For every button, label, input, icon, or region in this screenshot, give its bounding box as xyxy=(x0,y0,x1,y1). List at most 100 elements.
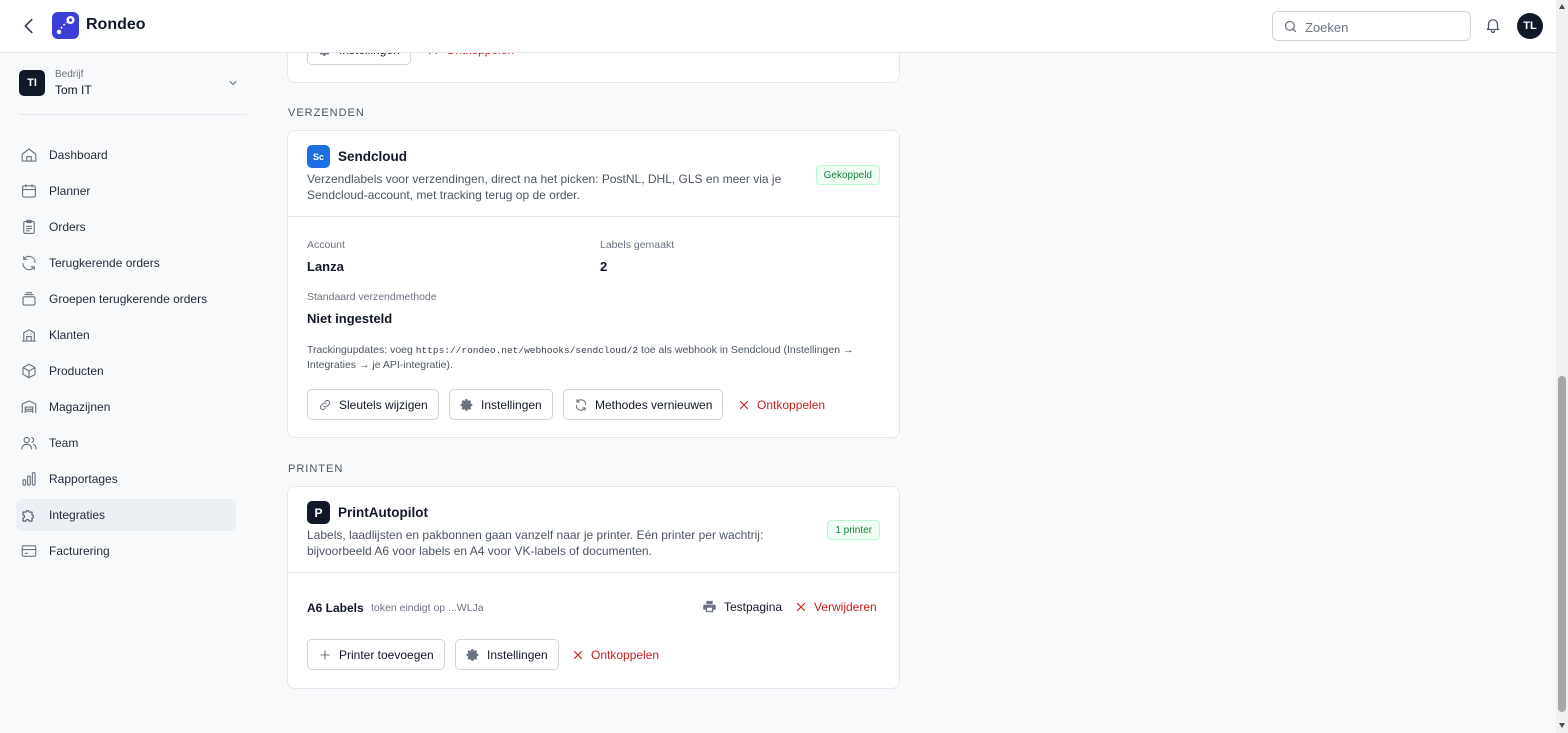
sidebar-divider xyxy=(19,114,247,115)
default-method-value: Niet ingesteld xyxy=(307,311,393,326)
company-switcher[interactable]: TI Bedrijf Tom IT xyxy=(19,67,247,115)
sidebar-item-recurring-orders[interactable]: Terugkerende orders xyxy=(16,247,236,279)
sidebar-item-products[interactable]: Producten xyxy=(16,355,236,387)
page-scrollbar[interactable] xyxy=(1556,0,1568,733)
close-icon xyxy=(572,649,584,661)
notifications-bell-icon[interactable] xyxy=(1484,16,1502,34)
printautopilot-disconnect-button[interactable]: Ontkoppelen xyxy=(572,639,659,670)
sidebar-item-label: Orders xyxy=(49,220,86,234)
button-label: Printer toevoegen xyxy=(339,647,434,662)
card-divider xyxy=(288,572,899,573)
sidebar-item-warehouses[interactable]: Magazijnen xyxy=(16,391,236,423)
account-value: Lanza xyxy=(307,259,344,274)
sidebar-item-orders[interactable]: Orders xyxy=(16,211,236,243)
button-label: Instellingen xyxy=(481,397,542,412)
tracking-note-prefix: Trackingupdates: voeg xyxy=(307,344,413,356)
sidebar-item-recurring-order-groups[interactable]: Groepen terugkerende orders xyxy=(16,283,236,315)
integration-card-printautopilot: P PrintAutopilot Labels, laadlijsten en … xyxy=(287,486,900,689)
sidebar-item-reports[interactable]: Rapportages xyxy=(16,463,236,495)
sidebar-nav: Dashboard Planner Orders Terugkerende or… xyxy=(16,139,236,571)
home-icon xyxy=(20,146,38,164)
card-description: Verzendlabels voor verzendingen, direct … xyxy=(307,172,782,202)
printer-token-note: token eindigt op ...WLJa xyxy=(371,602,484,614)
card-title: Sendcloud xyxy=(338,149,408,164)
button-label: Ontkoppelen xyxy=(591,647,660,662)
scroll-up-arrow-icon[interactable] xyxy=(1558,3,1566,11)
sidebar-item-label: Rapportages xyxy=(49,472,118,486)
gear-icon xyxy=(460,398,474,412)
sidebar-item-label: Team xyxy=(49,436,79,450)
building-icon xyxy=(20,326,38,344)
button-label: Verwijderen xyxy=(814,599,877,614)
app-title: Rondeo xyxy=(86,16,146,33)
search-box[interactable] xyxy=(1272,11,1471,41)
button-label: Testpagina xyxy=(724,599,783,614)
sidebar-item-label: Terugkerende orders xyxy=(49,256,160,270)
test-page-button[interactable]: Testpagina xyxy=(702,599,782,614)
sidebar-item-integrations[interactable]: Integraties xyxy=(16,499,236,531)
sendcloud-settings-button[interactable]: Instellingen xyxy=(449,389,553,420)
sidebar: TI Bedrijf Tom IT Dashboard Planner Orde… xyxy=(0,53,260,733)
credit-card-icon xyxy=(20,542,38,560)
user-avatar[interactable]: TL xyxy=(1517,13,1543,39)
add-printer-button[interactable]: Printer toevoegen xyxy=(307,639,445,670)
card-description: Labels, laadlijsten en pakbonnen gaan va… xyxy=(307,528,764,558)
sidebar-item-label: Magazijnen xyxy=(49,400,111,414)
button-label: Instellingen xyxy=(487,647,548,662)
app-logo[interactable] xyxy=(52,12,79,39)
search-input[interactable] xyxy=(1305,17,1465,37)
sidebar-item-label: Groepen terugkerende orders xyxy=(49,292,208,306)
card-divider xyxy=(288,216,899,217)
status-badge: 1 printer xyxy=(827,520,880,540)
change-keys-button[interactable]: Sleutels wijzigen xyxy=(307,389,439,420)
users-icon xyxy=(20,434,38,452)
sidebar-item-label: Dashboard xyxy=(49,148,108,162)
sidebar-item-team[interactable]: Team xyxy=(16,427,236,459)
search-icon xyxy=(1283,19,1298,34)
back-arrow-icon[interactable] xyxy=(18,15,40,37)
company-name: Tom IT xyxy=(55,83,92,97)
plus-icon xyxy=(318,648,332,662)
button-label: Ontkoppelen xyxy=(757,397,826,412)
status-badge: Gekoppeld xyxy=(815,165,880,185)
chart-bar-icon xyxy=(20,470,38,488)
tracking-note: Trackingupdates: voeg https://rondeo.net… xyxy=(307,343,882,373)
close-icon xyxy=(795,601,807,613)
card-title: PrintAutopilot xyxy=(338,505,428,520)
scroll-down-arrow-icon[interactable] xyxy=(1558,721,1566,729)
webhook-url: https://rondeo.net/webhooks/sendcloud/2 xyxy=(415,345,639,356)
sidebar-item-billing[interactable]: Facturering xyxy=(16,535,236,567)
printer-name: A6 Labels xyxy=(307,601,364,615)
sidebar-item-customers[interactable]: Klanten xyxy=(16,319,236,351)
printautopilot-settings-button[interactable]: Instellingen xyxy=(455,639,559,670)
sidebar-item-label: Klanten xyxy=(49,328,90,342)
section-label-shipping: VERZENDEN xyxy=(288,107,365,119)
sidebar-item-planner[interactable]: Planner xyxy=(16,175,236,207)
printer-icon xyxy=(702,599,717,614)
labels-made-value: 2 xyxy=(600,259,608,274)
refresh-methods-button[interactable]: Methodes vernieuwen xyxy=(563,389,724,420)
clipboard-icon xyxy=(20,218,38,236)
section-label-printing: PRINTEN xyxy=(288,463,344,475)
remove-printer-button[interactable]: Verwijderen xyxy=(795,591,877,622)
close-icon xyxy=(738,399,750,411)
sidebar-item-label: Planner xyxy=(49,184,91,198)
account-label: Account xyxy=(307,239,345,251)
printautopilot-logo: P xyxy=(307,501,330,524)
gear-icon xyxy=(466,648,480,662)
refresh-icon xyxy=(20,254,38,272)
sidebar-item-label: Integraties xyxy=(49,508,106,522)
sidebar-item-dashboard[interactable]: Dashboard xyxy=(16,139,236,171)
button-label: Methodes vernieuwen xyxy=(595,397,713,412)
scrollbar-thumb[interactable] xyxy=(1558,376,1566,712)
sendcloud-disconnect-button[interactable]: Ontkoppelen xyxy=(738,389,825,420)
box-icon xyxy=(20,362,38,380)
link-icon xyxy=(318,398,332,412)
sendcloud-logo: Sc xyxy=(307,145,330,168)
calendar-icon xyxy=(20,182,38,200)
layers-icon xyxy=(20,290,38,308)
sidebar-item-label: Facturering xyxy=(49,544,110,558)
button-label: Sleutels wijzigen xyxy=(339,397,428,412)
refresh-icon xyxy=(574,398,588,412)
labels-made-label: Labels gemaakt xyxy=(600,239,675,251)
